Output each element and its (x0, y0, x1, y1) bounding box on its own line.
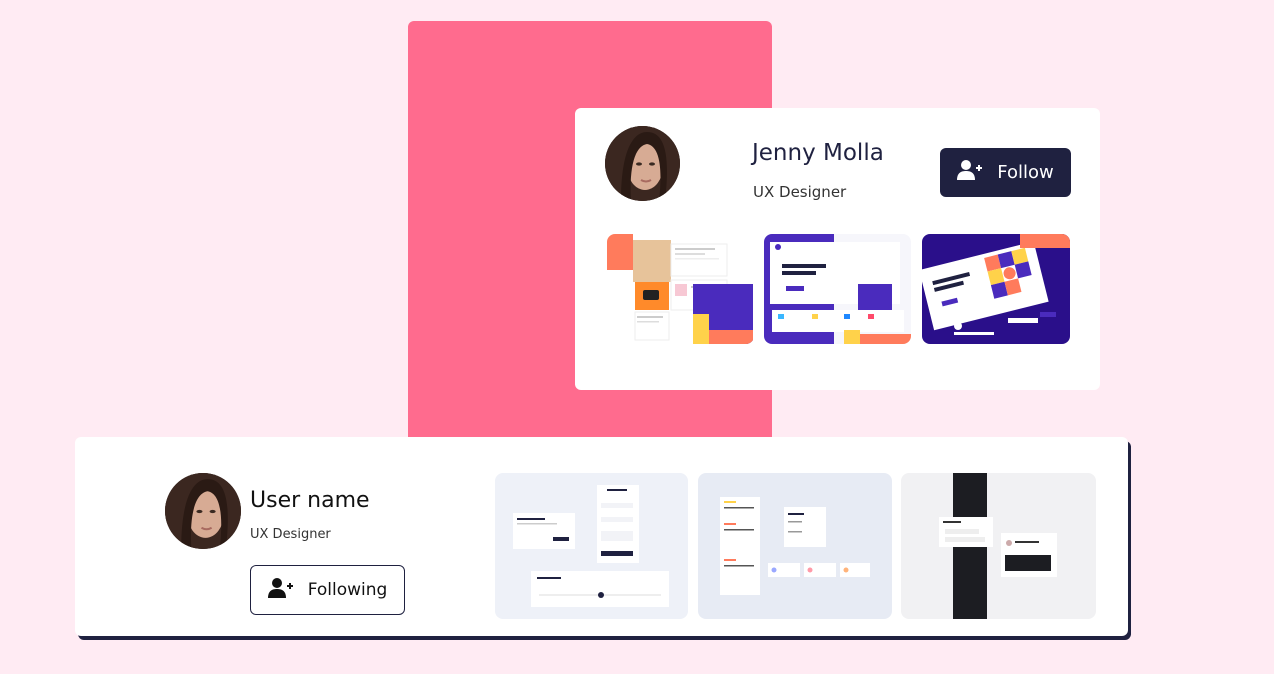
following-button-label: Following (307, 580, 388, 600)
add-user-icon (267, 577, 294, 604)
profile-name: Jenny Molla (752, 140, 884, 166)
user-thumbnail-2[interactable] (698, 473, 892, 619)
portfolio-thumbnail-2[interactable] (764, 234, 911, 344)
user-role: UX Designer (250, 527, 331, 542)
profile-role: UX Designer (753, 183, 847, 201)
add-user-icon (957, 159, 983, 186)
follow-button[interactable]: Follow (940, 148, 1071, 197)
avatar[interactable] (605, 126, 680, 201)
user-thumbnail-3[interactable] (901, 473, 1096, 619)
profile-card: Jenny Molla UX Designer Follow (575, 108, 1100, 390)
portfolio-thumbnail-3[interactable] (922, 234, 1070, 344)
user-card: User name UX Designer Following (75, 437, 1128, 636)
follow-button-label: Follow (997, 162, 1054, 183)
user-name: User name (250, 488, 370, 513)
user-thumbnail-1[interactable] (495, 473, 688, 619)
portfolio-thumbnail-1[interactable] (607, 234, 754, 344)
avatar[interactable] (165, 473, 241, 549)
following-button[interactable]: Following (250, 565, 405, 615)
